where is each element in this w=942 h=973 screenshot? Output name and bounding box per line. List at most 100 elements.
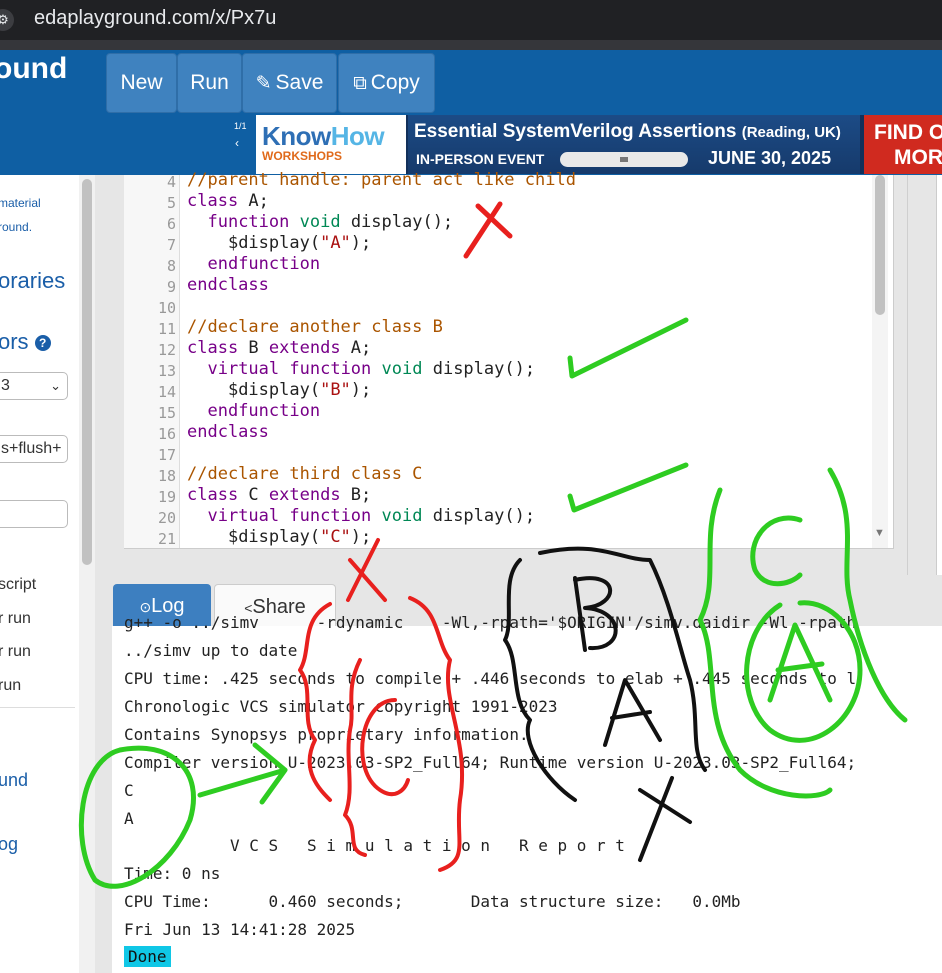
chevron-down-icon: ⌄ (50, 378, 61, 393)
code-text: ); (350, 233, 372, 253)
line-number: 9 (166, 278, 176, 296)
run-options-input[interactable]: s+flush+ (0, 435, 68, 463)
left-text-fragment-1: material (0, 196, 41, 210)
knowhow-logo[interactable]: KnowHow WORKSHOPS (256, 115, 406, 174)
run-button[interactable]: Run (177, 53, 242, 113)
code-line-4[interactable]: //parent handle: parent act like child (187, 170, 576, 190)
code-line-18[interactable]: //declare third class C (187, 464, 422, 484)
code-type: void (381, 359, 423, 379)
line-number: 6 (166, 215, 176, 233)
code-keyword: class (187, 338, 239, 358)
save-button-label: Save (275, 71, 324, 94)
run-option-3[interactable]: run (0, 677, 21, 695)
banner-cta[interactable]: FIND O MOR (864, 115, 942, 174)
right-editor-panel[interactable] (936, 175, 942, 575)
logo-main-text: Know (262, 121, 331, 151)
code-keyword: function (289, 359, 372, 379)
line-number: 11 (157, 320, 176, 338)
code-keyword: function (207, 212, 290, 232)
site-settings-icon[interactable]: ⚙ (0, 9, 14, 31)
code-line-9[interactable]: endclass (187, 275, 269, 295)
code-keyword: extends (268, 338, 341, 358)
code-line-20[interactable]: virtual function void display(); (187, 506, 535, 526)
code-line-8[interactable]: endfunction (187, 254, 320, 274)
code-text: $display( (227, 527, 321, 547)
new-button[interactable]: New (106, 53, 177, 113)
copy-icon: ⧉ (353, 73, 367, 94)
left-divider (0, 707, 75, 708)
banner-title: Essential SystemVerilog Assertions (414, 121, 737, 142)
line-number: 5 (166, 194, 176, 212)
left-text-fragment-2: round. (0, 220, 33, 234)
log-line: CPU time: .425 seconds to compile + .446… (124, 669, 857, 688)
url-text[interactable]: edaplayground.com/x/Px7u (34, 7, 276, 30)
logo-accent-text: How (330, 121, 385, 151)
logo-sub-text: WORKSHOPS (262, 149, 343, 163)
log-line: Fri Jun 13 14:41:28 2025 (124, 920, 356, 939)
run-options-value: s+flush+ (1, 440, 62, 457)
code-line-16[interactable]: endclass (187, 422, 269, 442)
left-link-1[interactable]: und (0, 770, 28, 791)
editors-heading: ors ? (0, 329, 51, 355)
brand-logo[interactable]: ound (0, 52, 67, 86)
code-keyword: endclass (187, 275, 269, 295)
banner-date: JUNE 30, 2025 (708, 148, 832, 168)
code-string: "A" (320, 233, 351, 253)
code-text: display(); (422, 506, 536, 526)
save-button[interactable]: ✎ Save (242, 53, 337, 113)
code-keyword: endclass (187, 422, 269, 442)
line-number: 10 (157, 299, 176, 317)
code-string: "B" (320, 380, 351, 400)
run-option-2[interactable]: r run (0, 643, 31, 661)
code-line-11[interactable]: //declare another class B (187, 317, 443, 337)
log-line: C (124, 781, 134, 800)
left-scroll-thumb[interactable] (82, 179, 92, 565)
copy-button-label: Copy (370, 71, 420, 94)
line-number: 15 (157, 404, 176, 422)
tool-select[interactable]: 3 ⌄ (0, 372, 68, 400)
line-number: 21 (157, 530, 176, 548)
log-line: ../simv up to date (124, 641, 298, 660)
line-number: 8 (166, 257, 176, 275)
editor-scrollbar[interactable]: ▼ (872, 175, 888, 548)
left-scrollbar[interactable] (79, 175, 95, 973)
copy-button[interactable]: ⧉ Copy (338, 53, 435, 113)
code-line-6[interactable]: function void display(); (187, 212, 453, 232)
code-line-21[interactable]: $display("C"); (187, 527, 371, 547)
log-line: Compiler version U-2023.03-SP2_Full64; R… (124, 753, 857, 772)
scroll-down-icon[interactable]: ▼ (874, 527, 885, 539)
code-text: display(); (340, 212, 454, 232)
banner-title-sub: (Reading, UK) (741, 124, 841, 141)
editor-scroll-thumb[interactable] (875, 175, 885, 315)
banner-event-type: IN-PERSON EVENT (416, 151, 545, 167)
log-line: A (124, 809, 134, 828)
code-line-13[interactable]: virtual function void display(); (187, 359, 535, 379)
code-line-19[interactable]: class C extends B; (187, 485, 371, 505)
line-number: 19 (157, 488, 176, 506)
code-line-7[interactable]: $display("A"); (187, 233, 371, 253)
code-line-14[interactable]: $display("B"); (187, 380, 371, 400)
banner-prev-icon[interactable]: ‹ (235, 136, 239, 150)
code-text: $display( (227, 380, 321, 400)
code-keyword: extends (268, 485, 341, 505)
left-empty-input[interactable] (0, 500, 68, 528)
tool-select-value: 3 (1, 377, 10, 394)
banner-event-info[interactable]: Essential SystemVerilog Assertions (Read… (408, 115, 860, 174)
browser-toolbar-strip (0, 40, 942, 50)
code-text: ); (350, 527, 372, 547)
run-option-1[interactable]: r run (0, 610, 31, 628)
code-string: "C" (320, 527, 351, 547)
log-line: Contains Synopsys proprietary informatio… (124, 725, 529, 744)
code-keyword: virtual (207, 506, 280, 526)
log-line: Time: 0 ns (124, 864, 221, 883)
code-line-15[interactable]: endfunction (187, 401, 320, 421)
left-link-2[interactable]: og (0, 834, 18, 855)
panel-resize-handle[interactable] (907, 175, 915, 575)
code-line-12[interactable]: class B extends A; (187, 338, 371, 358)
banner-scroll-thumb[interactable] (620, 157, 628, 162)
banner-scrollbar[interactable] (560, 152, 688, 167)
line-number: 7 (166, 236, 176, 254)
help-icon[interactable]: ? (34, 335, 51, 352)
code-keyword: class (187, 191, 239, 211)
code-line-5[interactable]: class A; (187, 191, 269, 211)
